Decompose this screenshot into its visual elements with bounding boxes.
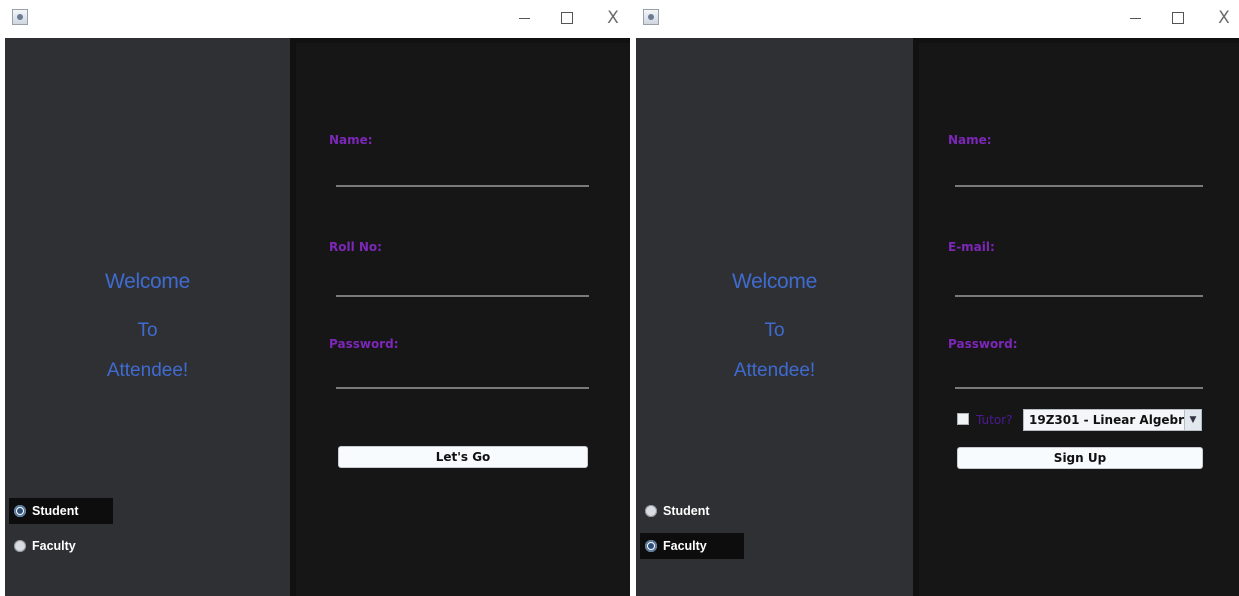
name-field[interactable] <box>955 185 1203 187</box>
faculty-radio-button[interactable] <box>645 540 657 552</box>
welcome-panel: Welcome To Attendee! Student Faculty <box>636 38 913 596</box>
student-radio-label: Student <box>663 504 710 518</box>
student-radio-option[interactable]: Student <box>9 498 113 524</box>
signup-form-panel: Name: E-mail: Password: Tutor? 19Z301 - … <box>919 43 1239 596</box>
faculty-radio-label: Faculty <box>663 539 707 553</box>
course-select[interactable]: 19Z301 - Linear Algebra ▼ <box>1023 409 1202 431</box>
faculty-radio-option[interactable]: Faculty <box>640 533 744 559</box>
password-label: Password: <box>329 337 399 351</box>
faculty-radio-label: Faculty <box>32 539 76 553</box>
maximize-icon[interactable] <box>552 6 582 30</box>
title-bar: X <box>631 0 1239 38</box>
welcome-appname: Attendee! <box>106 360 189 381</box>
student-radio-option[interactable]: Student <box>640 498 744 524</box>
password-field[interactable] <box>955 387 1203 389</box>
lets-go-button[interactable]: Let's Go <box>338 446 588 468</box>
dropdown-arrow-icon[interactable]: ▼ <box>1184 410 1201 430</box>
content-frame: Welcome To Attendee! Student Faculty Nam… <box>636 38 1239 596</box>
sign-up-button[interactable]: Sign Up <box>957 447 1203 469</box>
java-app-icon <box>12 9 28 25</box>
minimize-icon[interactable] <box>1121 6 1151 30</box>
maximize-icon[interactable] <box>1163 6 1193 30</box>
faculty-radio-button[interactable] <box>14 540 26 552</box>
content-frame: Welcome To Attendee! Student Faculty Nam… <box>5 38 630 596</box>
welcome-heading: Welcome <box>104 270 191 293</box>
roll-no-field[interactable] <box>336 295 589 297</box>
password-label: Password: <box>948 337 1018 351</box>
welcome-to: To <box>137 320 158 341</box>
name-label: Name: <box>948 133 992 147</box>
close-icon[interactable]: X <box>1209 6 1239 30</box>
welcome-appname: Attendee! <box>733 360 816 381</box>
welcome-to: To <box>764 320 785 341</box>
java-app-icon <box>643 9 659 25</box>
name-label: Name: <box>329 133 373 147</box>
student-radio-label: Student <box>32 504 79 518</box>
email-field[interactable] <box>955 295 1203 297</box>
welcome-heading: Welcome <box>731 270 818 293</box>
roll-no-label: Roll No: <box>329 240 382 254</box>
email-label: E-mail: <box>948 240 995 254</box>
tutor-checkbox[interactable] <box>957 413 969 425</box>
faculty-radio-option[interactable]: Faculty <box>9 533 113 559</box>
welcome-panel: Welcome To Attendee! Student Faculty <box>5 38 290 596</box>
student-radio-button[interactable] <box>14 505 26 517</box>
signup-window: X Welcome To Attendee! Student Faculty N… <box>631 0 1239 596</box>
login-form-panel: Name: Roll No: Password: Let's Go <box>296 43 630 596</box>
course-select-value: 19Z301 - Linear Algebra <box>1029 413 1193 427</box>
login-window: X Welcome To Attendee! Student Faculty N… <box>0 0 630 596</box>
minimize-icon[interactable] <box>510 6 540 30</box>
tutor-label: Tutor? <box>976 413 1013 427</box>
password-field[interactable] <box>336 387 589 389</box>
close-icon[interactable]: X <box>598 6 628 30</box>
title-bar: X <box>0 0 630 38</box>
student-radio-button[interactable] <box>645 505 657 517</box>
name-field[interactable] <box>336 185 589 187</box>
